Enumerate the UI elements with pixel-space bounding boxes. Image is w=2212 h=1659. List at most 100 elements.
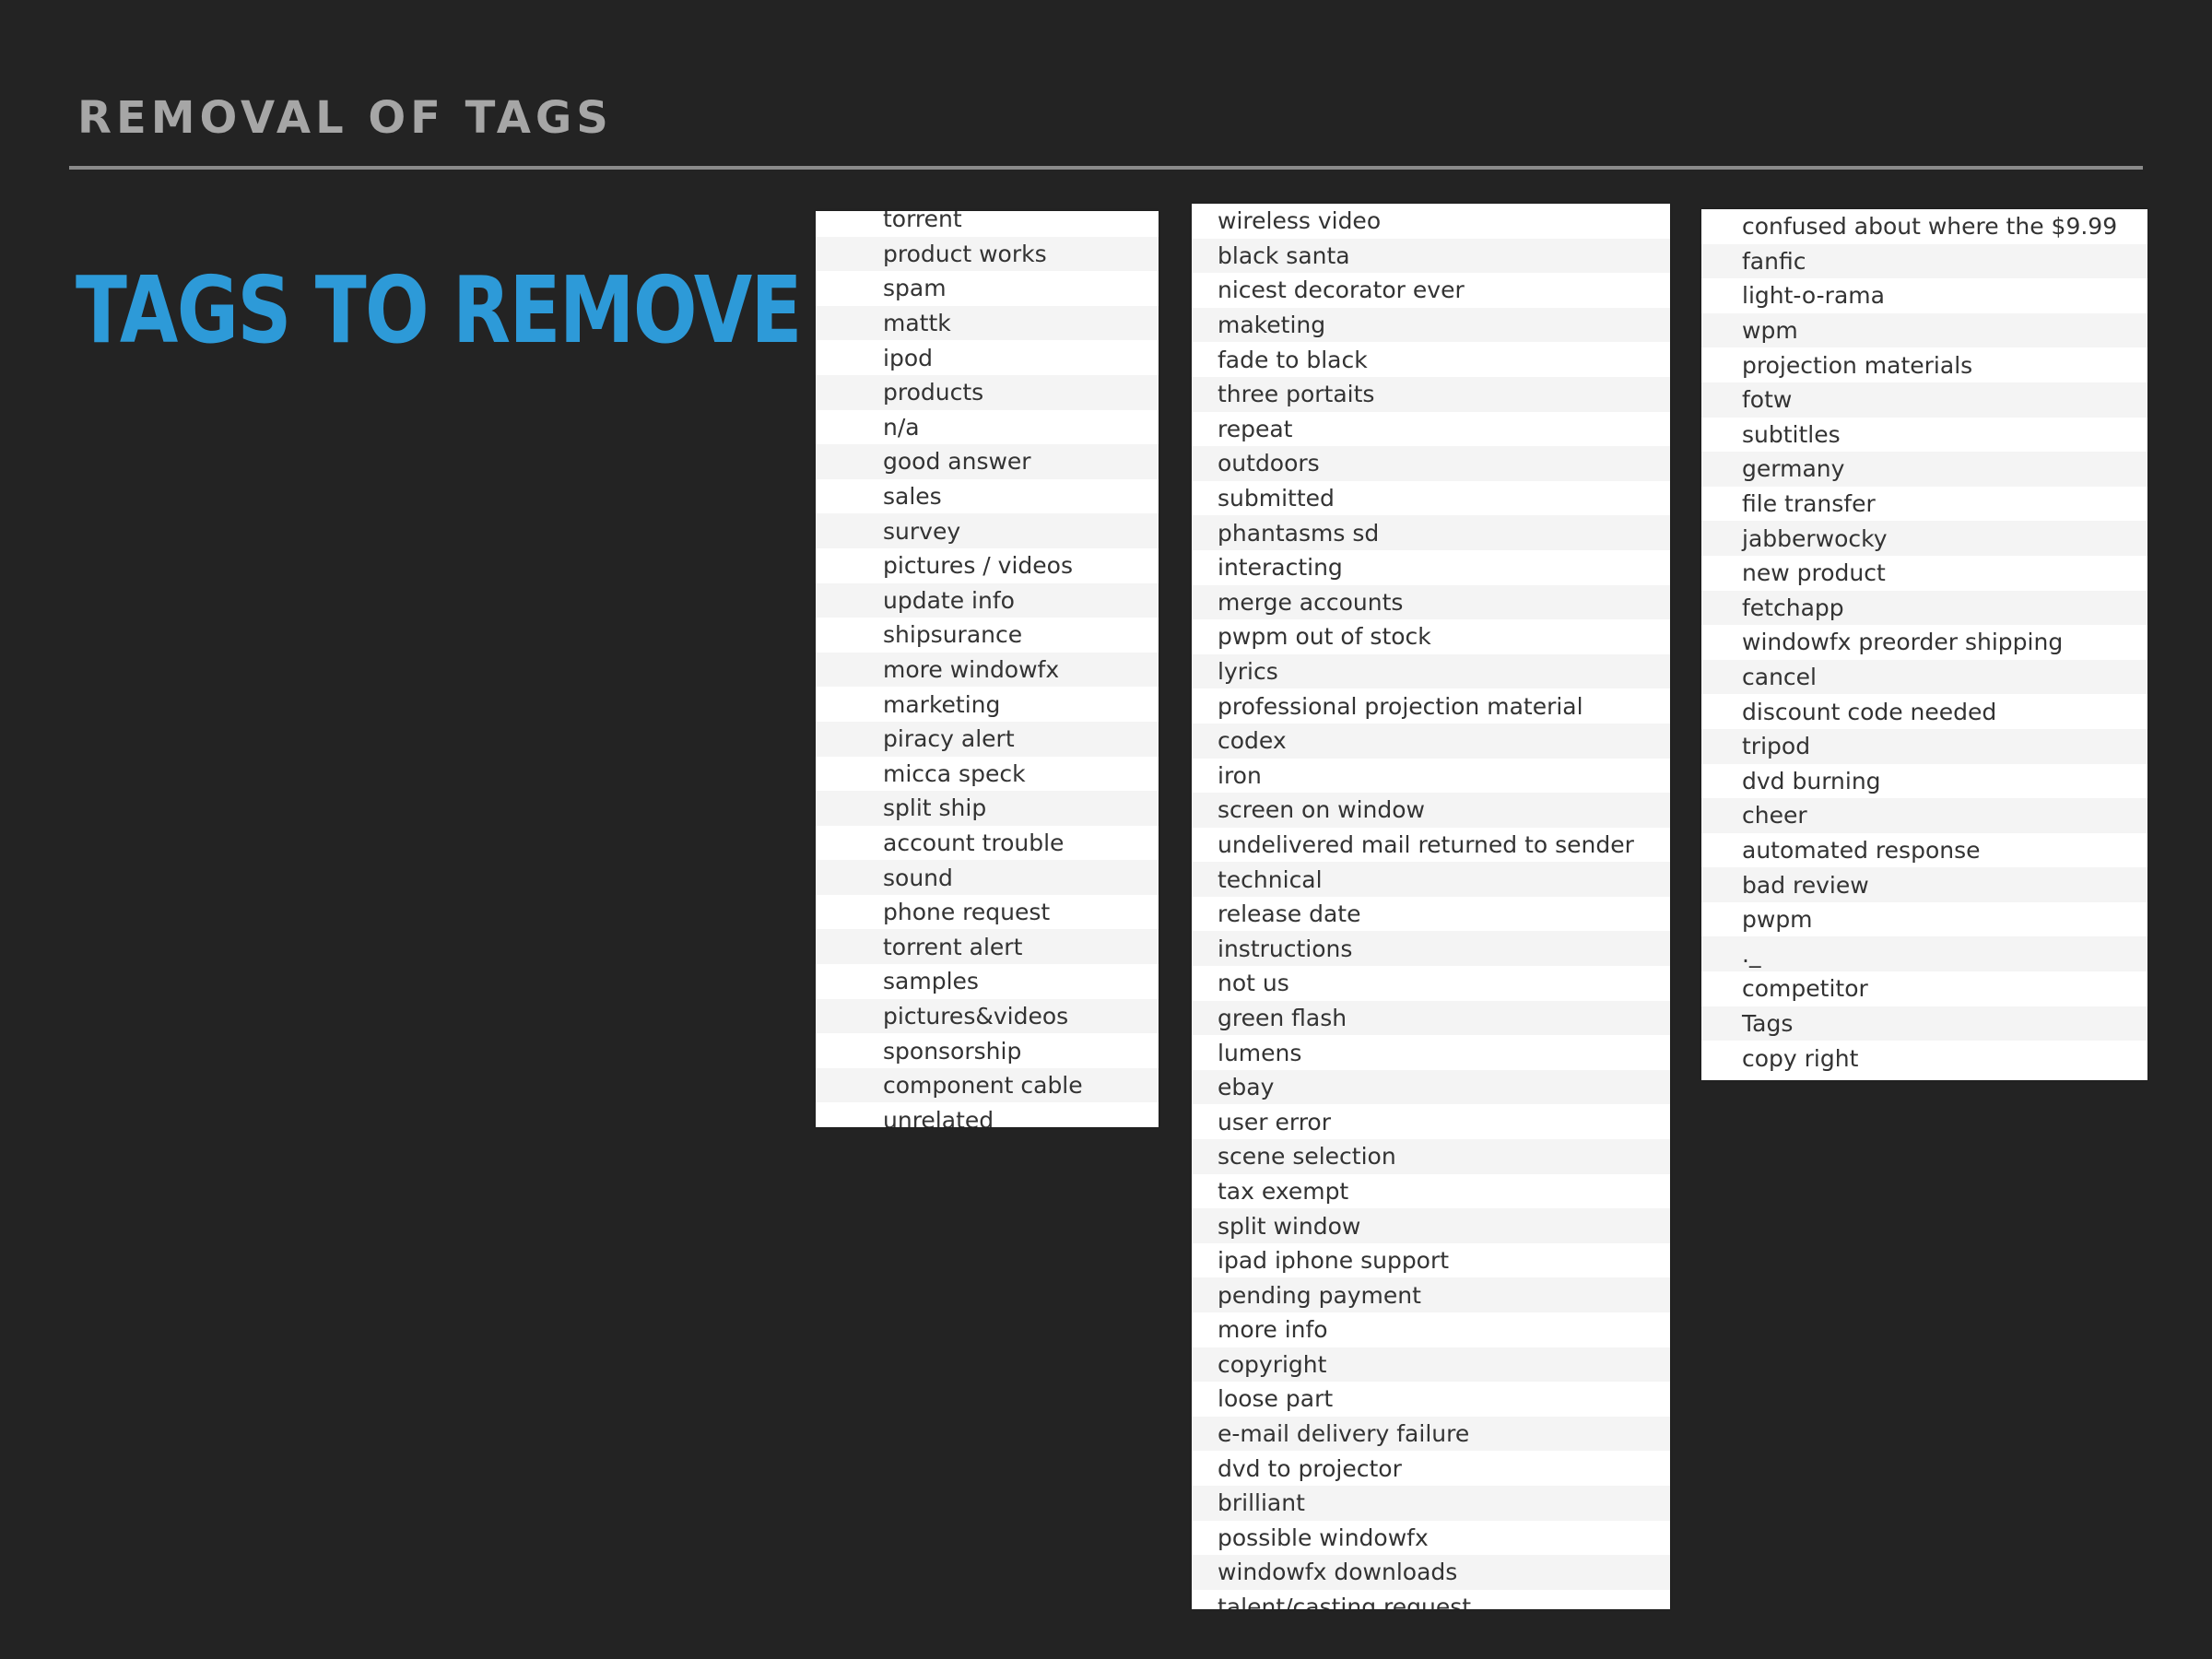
- tag-list-item: phantasms sd: [1192, 515, 1670, 550]
- tag-list-item: submitted: [1218, 485, 1335, 512]
- tag-list-item: update info: [816, 582, 1159, 618]
- tag-list-item: repeat: [1218, 415, 1293, 442]
- tag-list-item: component cable: [816, 1067, 1159, 1103]
- tag-list-rows: confused about where the $9.99 fanfic ligh…: [1701, 209, 2147, 1076]
- tag-list-item: technical: [1192, 862, 1670, 897]
- tag-list-2: wireless video black santa nicest decorato…: [1192, 204, 1670, 1609]
- tag-list-item: split window: [1192, 1208, 1670, 1243]
- tag-list-item: black santa: [1192, 238, 1670, 274]
- tag-list-item: discount code needed: [1742, 698, 1997, 725]
- tag-list-item: micca speck: [883, 759, 1026, 787]
- tag-list-item: ebay: [1192, 1069, 1670, 1105]
- tag-list-item: user error: [1218, 1108, 1331, 1135]
- tag-list-3: confused about where the $9.99 fanfic ligh…: [1701, 209, 2147, 1080]
- tag-list-item: release date: [1218, 900, 1361, 928]
- tag-list-1: torrent product works spam mattk ipod product…: [816, 211, 1159, 1127]
- tag-list-item: wpm: [1701, 312, 2147, 348]
- tag-list-item: dvd burning: [1742, 767, 1881, 794]
- tag-list-item: talent/casting request: [1218, 1594, 1472, 1609]
- tag-list-item: cheer: [1701, 798, 2147, 833]
- tag-list-item: new product: [1742, 559, 1886, 587]
- tag-list-item: Tags: [1701, 1006, 2147, 1041]
- tag-list-item: samples: [883, 968, 979, 995]
- tag-list-item: sales: [883, 483, 942, 511]
- tag-list-item: dvd to projector: [1218, 1454, 1402, 1482]
- tag-list-item: iron: [1218, 761, 1262, 789]
- tag-list-item: tax exempt: [1218, 1177, 1349, 1205]
- tag-list-item: not us: [1218, 970, 1289, 997]
- tag-list-item: outdoors: [1192, 446, 1670, 481]
- tag-list-item: professional projection material: [1218, 692, 1583, 720]
- tag-list-item: codex: [1192, 723, 1670, 759]
- tag-list-item: account trouble: [883, 829, 1065, 856]
- tag-list-item: n/a: [883, 413, 920, 441]
- tag-list-item: pending payment: [1192, 1277, 1670, 1312]
- tag-list-item: undelivered mail returned to sender: [1218, 830, 1634, 858]
- tag-list-item: shipsurance: [883, 621, 1023, 649]
- tag-list-item: fotw: [1701, 382, 2147, 418]
- tag-list-item: lyrics: [1192, 653, 1670, 689]
- tag-list-item: windowfx downloads: [1192, 1555, 1670, 1590]
- tag-list-item: unrelated: [883, 1106, 994, 1127]
- tag-list-item: spam: [883, 275, 947, 302]
- slide-title: TAGS TO REMOVE: [76, 256, 803, 364]
- tag-list-item: windowfx preorder shipping: [1742, 629, 2064, 656]
- tag-list-item: possible windowfx: [1218, 1524, 1429, 1551]
- tag-list-item: three portaits: [1192, 376, 1670, 412]
- tag-list-item: fanfic: [1701, 243, 2147, 279]
- header-divider: [69, 166, 2143, 170]
- tag-list-item: jabberwocky: [1701, 521, 2147, 556]
- tag-list-item: projection materials: [1742, 351, 1973, 379]
- tag-list-item: ipad iphone support: [1218, 1247, 1450, 1275]
- tag-list-item: light-o-rama: [1742, 282, 1885, 310]
- tag-list-item: wireless video: [1218, 207, 1382, 235]
- tag-list-item: sound: [816, 860, 1159, 895]
- tag-list-item: piracy alert: [816, 721, 1159, 757]
- tag-list-item: torrent alert: [816, 929, 1159, 965]
- tag-list-item: phone request: [883, 899, 1051, 926]
- tag-list-item: torrent: [883, 211, 962, 233]
- tag-list-item: pictures&videos: [816, 998, 1159, 1034]
- tag-list-item: green flash: [1192, 1000, 1670, 1036]
- tag-list-item: bad review: [1701, 867, 2147, 902]
- tag-list-rows: wireless video black santa nicest decorato…: [1192, 204, 1670, 1609]
- tag-list-rows: torrent product works spam mattk ipod product…: [816, 211, 1159, 1127]
- tag-list-item: brilliant: [1192, 1485, 1670, 1521]
- tag-list-item: confused about where the $9.99: [1742, 213, 2118, 241]
- tag-list-item: germany: [1701, 452, 2147, 487]
- tag-list-item: merge accounts: [1192, 584, 1670, 620]
- tag-list-item: marketing: [883, 690, 1001, 718]
- tag-list-item: fade to black: [1218, 346, 1368, 373]
- tag-list-item: tripod: [1701, 728, 2147, 764]
- tag-list-item: instructions: [1192, 931, 1670, 967]
- tag-list-item: pictures / videos: [883, 552, 1073, 580]
- tag-list-item: products: [816, 374, 1159, 410]
- tag-list-item: subtitles: [1742, 420, 1841, 448]
- tag-list-item: pwpm: [1742, 906, 1813, 934]
- tag-list-item: more info: [1218, 1316, 1328, 1344]
- tag-list-item: mattk: [816, 305, 1159, 341]
- tag-list-item: loose part: [1218, 1385, 1334, 1413]
- tag-list-item: nicest decorator ever: [1218, 276, 1465, 304]
- tag-list-item: file transfer: [1742, 490, 1876, 518]
- tag-list-item: more windowfx: [816, 652, 1159, 688]
- tag-list-item: lumens: [1218, 1039, 1302, 1066]
- tag-list-item: fetchapp: [1701, 590, 2147, 626]
- tag-list-item: product works: [816, 236, 1159, 272]
- tag-list-item: pwpm out of stock: [1218, 623, 1431, 651]
- tag-list-item: sponsorship: [883, 1037, 1022, 1065]
- tag-list-item: ipod: [883, 344, 933, 371]
- tag-list-item: copyright: [1192, 1347, 1670, 1382]
- tag-list-item: screen on window: [1192, 793, 1670, 828]
- tag-list-item: ._: [1701, 936, 2147, 972]
- tag-list-item: survey: [816, 513, 1159, 548]
- tag-list-item: split ship: [816, 791, 1159, 826]
- tag-list-item: copy right: [1742, 1044, 1859, 1072]
- slide-header: REMOVAL OF TAGS: [77, 92, 613, 144]
- tag-list-item: scene selection: [1192, 1139, 1670, 1174]
- tag-list-item: cancel: [1701, 659, 2147, 695]
- tag-list-item: competitor: [1742, 975, 1868, 1003]
- tag-list-item: good answer: [816, 444, 1159, 479]
- tag-list-item: e-mail delivery failure: [1192, 1416, 1670, 1452]
- tag-list-item: interacting: [1218, 554, 1343, 582]
